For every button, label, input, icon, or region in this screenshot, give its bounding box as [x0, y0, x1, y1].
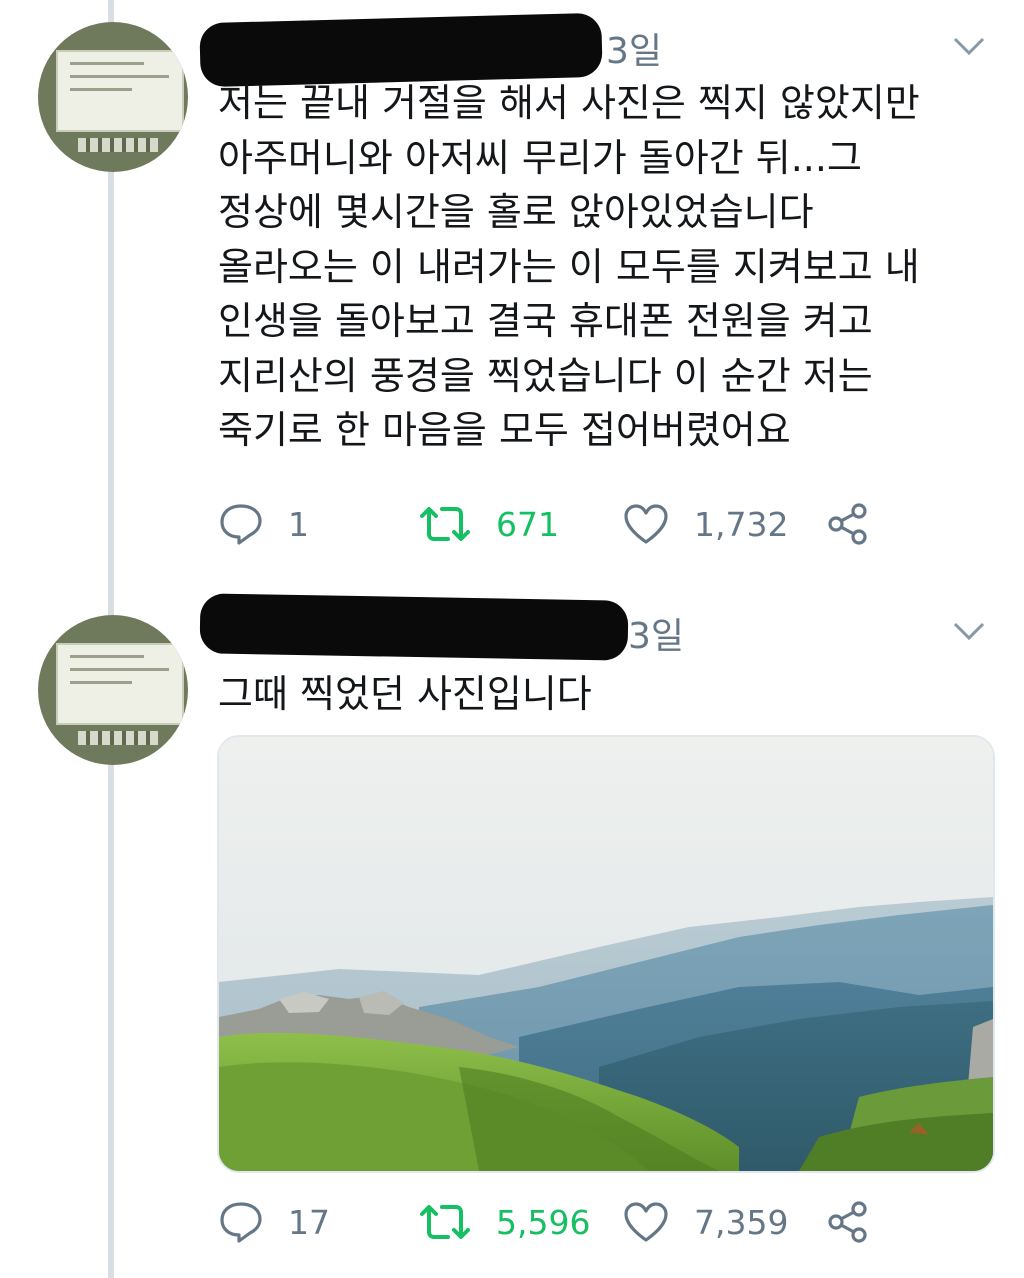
- retweet-button[interactable]: 671: [418, 494, 559, 554]
- redacted-username: [199, 593, 629, 661]
- avatar-image: [56, 643, 184, 725]
- like-icon: [624, 1202, 668, 1242]
- chevron-down-icon[interactable]: [952, 34, 986, 58]
- share-button[interactable]: [826, 494, 870, 554]
- like-button[interactable]: 7,359: [622, 1192, 788, 1252]
- reply-button[interactable]: 1: [218, 494, 309, 554]
- avatar[interactable]: [38, 615, 188, 765]
- retweet-icon: [420, 1205, 470, 1239]
- share-button[interactable]: [826, 1192, 870, 1252]
- tweet-actions: 17 5,596 7,359: [0, 1192, 1024, 1252]
- like-count: 1,732: [694, 504, 789, 544]
- tweet-timestamp[interactable]: 3일: [628, 607, 684, 659]
- retweet-button[interactable]: 5,596: [418, 1192, 590, 1252]
- tweet-actions: 1 671 1,732: [0, 494, 1024, 554]
- retweet-count: 5,596: [496, 1202, 591, 1242]
- reply-icon: [220, 504, 262, 545]
- reply-icon: [220, 1202, 262, 1243]
- retweet-icon: [420, 507, 470, 541]
- share-icon: [828, 503, 867, 545]
- chevron-down-icon[interactable]: [952, 619, 986, 643]
- reply-count: 17: [288, 1202, 330, 1242]
- avatar-image: [56, 50, 184, 132]
- tweet-1[interactable]: 3일 저는 끝내 거절을 해서 사진은 찍지 않았지만 아주머니와 아저씨 무리…: [0, 0, 1024, 575]
- like-icon: [624, 504, 668, 544]
- tweet-photo[interactable]: [217, 735, 995, 1173]
- like-button[interactable]: 1,732: [622, 494, 788, 554]
- tweet-timestamp[interactable]: 3일: [606, 22, 662, 74]
- reply-count: 1: [288, 504, 309, 544]
- retweet-count: 671: [496, 504, 559, 544]
- tweet-2[interactable]: 3일 그때 찍었던 사진입니다 17 5,596 7,359: [0, 585, 1024, 1278]
- share-icon: [828, 1201, 867, 1243]
- avatar[interactable]: [38, 22, 188, 172]
- like-count: 7,359: [694, 1202, 789, 1242]
- tweet-text: 그때 찍었던 사진입니다: [218, 672, 592, 716]
- mountain-landscape-image: [219, 737, 993, 1171]
- reply-button[interactable]: 17: [218, 1192, 330, 1252]
- tweet-text: 저는 끝내 거절을 해서 사진은 찍지 않았지만 아주머니와 아저씨 무리가 돌…: [218, 81, 920, 452]
